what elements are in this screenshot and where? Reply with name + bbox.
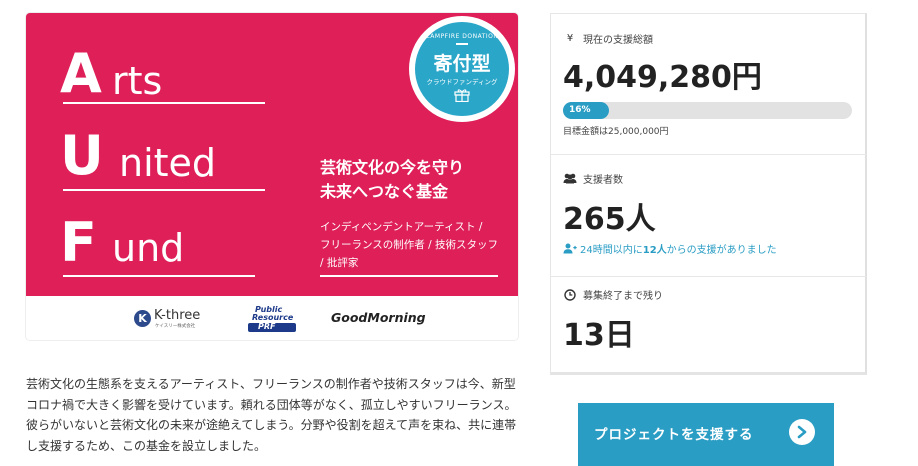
total-amount: 4,049,280円 [563, 60, 762, 95]
logo-rule [63, 275, 255, 277]
badge-circle: CAMPFIRE DONATION 寄付型 クラウドファンディング [415, 22, 509, 116]
slogan-line: 未来へつなぐ基金 [320, 182, 449, 201]
subtext-rule [320, 275, 498, 277]
progress-fill: 16% [563, 102, 610, 119]
logo-word-rts: rts [112, 59, 163, 103]
badge-divider [456, 43, 468, 45]
description-line: コロナ禍で大きく影響を受けています。頼れる団体等がなく、孤立しやすいフリーランス… [26, 397, 517, 412]
support-project-button[interactable]: プロジェクトを支援する [578, 403, 834, 466]
logo-letter-u: U [60, 124, 104, 187]
gift-icon [454, 89, 470, 102]
support-button-label: プロジェクトを支援する [594, 427, 754, 442]
funding-progress-bar: 16% [563, 102, 852, 119]
banner-subtext: インディペンデントアーティスト / フリーランスの制作者 / 技術スタッフ / … [320, 218, 506, 272]
project-banner: A rts U nited F und CAMPFIRE DONATION 寄付… [26, 13, 518, 340]
subtext-line: / 批評家 [320, 257, 359, 269]
remaining-label-text: 募集終了まで残り [583, 291, 663, 302]
remaining-label: 募集終了まで残り [563, 287, 663, 302]
recent-supporters: 24時間以内に 12人 からの支援がありました [563, 241, 777, 256]
recent-prefix: 24時間以内に [580, 245, 643, 256]
funding-stats-panel: ¥ 現在の支援総額 4,049,280円 16% 目標金額は25,000,000… [550, 13, 867, 375]
yen-icon: ¥ [566, 33, 574, 44]
recent-suffix: からの支援がありました [666, 245, 777, 256]
logo-rule [63, 102, 265, 104]
logo-word-und: und [112, 226, 185, 270]
donation-badge: CAMPFIRE DONATION 寄付型 クラウドファンディング [409, 16, 515, 122]
days-remaining: 13日 [563, 318, 635, 353]
prf-line3: PRF [258, 322, 276, 331]
subtext-line: インディペンデントアーティスト / [320, 221, 483, 233]
logo-letter-f: F [60, 211, 97, 274]
kthree-name: K-three [154, 308, 201, 323]
supporters-label: 支援者数 [563, 171, 623, 186]
recent-count: 12人 [642, 245, 667, 256]
goodmorning-logo: GoodMorning [331, 310, 426, 325]
banner-slogan: 芸術文化の今を守り 未来へつなぐ基金 [320, 156, 464, 204]
total-label: ¥ 現在の支援総額 [563, 31, 653, 46]
kthree-company: ケイスリー株式会社 [155, 324, 196, 329]
description-line: し支援するため、この基金を設立しました。 [26, 438, 267, 453]
supporter-count: 265人 [563, 202, 656, 237]
user-plus-icon [563, 243, 577, 254]
total-label-text: 現在の支援総額 [583, 35, 653, 46]
badge-main-text: 寄付型 [433, 53, 491, 75]
sponsor-logos: K K-three ケイスリー株式会社 Public Resource PRF … [26, 296, 518, 340]
description-line: 芸術文化の生態系を支えるアーティスト、フリーランスの制作者や技術スタッフは今、新… [26, 377, 516, 391]
kthree-mark: K [134, 310, 151, 327]
slogan-line: 芸術文化の今を守り [320, 158, 465, 177]
supporters-label-text: 支援者数 [583, 175, 623, 186]
badge-top-text: CAMPFIRE DONATION [425, 33, 499, 40]
prf-line2: Resource [252, 313, 294, 322]
arrow-right-icon [789, 419, 815, 445]
target-amount: 目標金額は25,000,000円 [563, 127, 669, 137]
users-icon [563, 173, 577, 184]
prf-logo: Public Resource PRF [248, 304, 298, 334]
logo-letter-a: A [60, 42, 102, 105]
logo-word-nited: nited [119, 141, 217, 185]
auf-logo: A rts U nited F und [26, 13, 286, 296]
project-description: 芸術文化の生態系を支えるアーティスト、フリーランスの制作者や技術スタッフは今、新… [26, 374, 526, 456]
logo-rule [63, 189, 265, 191]
clock-icon [564, 288, 576, 301]
divider [551, 154, 866, 155]
subtext-line: フリーランスの制作者 / 技術スタッフ [320, 239, 499, 251]
divider [551, 276, 866, 277]
badge-sub-text: クラウドファンディング [426, 78, 498, 86]
description-line: 彼らがいないと芸術文化の未来が途絶えてしまう。分野や役割を超えて声を束ね、共に連… [26, 418, 517, 432]
banner-main: A rts U nited F und CAMPFIRE DONATION 寄付… [26, 13, 518, 296]
